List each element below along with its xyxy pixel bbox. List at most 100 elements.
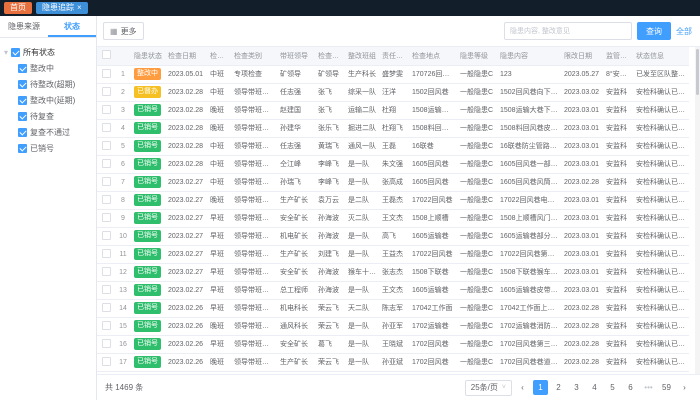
row-checkbox[interactable] <box>102 105 111 114</box>
table-row[interactable]: 17已销号2023.02.26晚班领导带班入井检查生产矿长荣云飞是一队孙亚斌17… <box>97 353 689 371</box>
table-row[interactable]: 16已销号2023.02.26早班领导带班入井检查安全矿长葛飞是一队王晓斌170… <box>97 335 689 353</box>
tree-root-all-status[interactable]: ▾ 所有状态 <box>4 44 92 60</box>
table-row[interactable]: 13已销号2023.02.27早班领导带班入井检查总工程师孙海波是一队王文杰16… <box>97 281 689 299</box>
table-row[interactable]: 12已销号2023.02.27早班领导带班入井检查安全矿长孙海波猴车十三队张志杰… <box>97 263 689 281</box>
tree-item-review-failed[interactable]: 复查不通过 <box>4 124 92 140</box>
cell-date: 2023.02.27 <box>165 263 207 281</box>
table-row[interactable]: 1整改中2023.05.01中班专项检查矿领导矿领导生产科长盛梦雯170726回… <box>97 65 689 83</box>
row-checkbox[interactable] <box>102 303 111 312</box>
row-checkbox[interactable] <box>102 159 111 168</box>
checkbox[interactable] <box>18 144 27 153</box>
cell-info: 安检科确认已销号 <box>633 119 689 137</box>
cell-shift: 早班 <box>207 335 231 353</box>
tree-item-delayed[interactable]: 整改中(延期) <box>4 92 92 108</box>
row-index: 7 <box>115 173 131 191</box>
tree-root-label: 所有状态 <box>23 47 55 58</box>
tree-item-closed[interactable]: 已销号 <box>4 140 92 156</box>
row-checkbox[interactable] <box>102 267 111 276</box>
page-button-5[interactable]: 5 <box>605 380 620 395</box>
table-row[interactable]: 9已销号2023.02.27早班领导带班入井检查安全矿长孙海波灭二队王文杰150… <box>97 209 689 227</box>
cell-info: 安检科确认已销号 <box>633 281 689 299</box>
vertical-scrollbar[interactable] <box>695 47 700 374</box>
table-row[interactable]: 6已销号2023.02.28中班领导带班入井检查仝江峰李峰飞是一队朱文强1605… <box>97 155 689 173</box>
status-badge: 已销号 <box>134 266 161 278</box>
sidebar-tabs: 隐患来源 状态 <box>0 16 96 38</box>
page-button-2[interactable]: 2 <box>551 380 566 395</box>
search-input[interactable] <box>504 22 632 40</box>
cell-info: 安检科确认已销号 <box>633 299 689 317</box>
table-row[interactable]: 10已销号2023.02.27早班领导带班入井检查机电矿长孙海波是一队高飞160… <box>97 227 689 245</box>
cell-team: 是一队 <box>345 155 379 173</box>
row-index: 14 <box>115 299 131 317</box>
checkbox[interactable] <box>18 80 27 89</box>
row-checkbox[interactable] <box>102 285 111 294</box>
row-checkbox[interactable] <box>102 123 111 132</box>
select-all-checkbox[interactable] <box>102 50 111 59</box>
row-checkbox[interactable] <box>102 87 111 96</box>
cell-level: 一般隐患C <box>457 65 497 83</box>
pager: 25条/页 ˅ ‹ 1 2 3 4 5 6 ••• 59 › <box>465 380 692 396</box>
cell-responsible: 杜翔飞 <box>379 119 409 137</box>
tab-status[interactable]: 状态 <box>48 16 96 37</box>
table-row[interactable]: 5已销号2023.02.28中班领导带班入井检查任志强黄瑞飞通风一队王磊16联巷… <box>97 137 689 155</box>
cell-dept: 安监科 <box>603 263 633 281</box>
all-link[interactable]: 全部 <box>676 26 692 37</box>
cell-team: 掘进二队 <box>345 119 379 137</box>
cell-category: 领导带班入井检查 <box>231 299 277 317</box>
tree-item-pending-review[interactable]: 待复查 <box>4 108 92 124</box>
prev-page-button[interactable]: ‹ <box>515 380 530 395</box>
row-checkbox[interactable] <box>102 141 111 150</box>
tab-home[interactable]: 首页 <box>4 2 32 14</box>
page-button-1[interactable]: 1 <box>533 380 548 395</box>
tree-item-overdue[interactable]: 待整改(超期) <box>4 76 92 92</box>
row-checkbox[interactable] <box>102 357 111 366</box>
cell-inspector: 张飞 <box>315 101 345 119</box>
page-button-3[interactable]: 3 <box>569 380 584 395</box>
all-status-checkbox[interactable] <box>11 48 20 57</box>
sidebar: 隐患来源 状态 ▾ 所有状态 整改中 待整改(超期) <box>0 16 97 400</box>
row-checkbox[interactable] <box>102 249 111 258</box>
cell-shift: 中班 <box>207 173 231 191</box>
caret-down-icon[interactable]: ▾ <box>4 48 8 57</box>
row-checkbox[interactable] <box>102 231 111 240</box>
cell-leader: 孙建华 <box>277 119 315 137</box>
table-row[interactable]: 4已销号2023.02.28晚班领导带班入井检查孙建华张乐飞掘进二队杜翔飞150… <box>97 119 689 137</box>
checkbox[interactable] <box>18 128 27 137</box>
page-button-last[interactable]: 59 <box>659 380 674 395</box>
checkbox[interactable] <box>18 112 27 121</box>
tab-hidden-danger-tracking[interactable]: 隐患追踪 × <box>36 2 88 14</box>
row-index: 1 <box>115 65 131 83</box>
table-row[interactable]: 3已销号2023.02.28晚班领导带班入井检查赵建国张飞运输二队杜翔1508运… <box>97 101 689 119</box>
page-button-6[interactable]: 6 <box>623 380 638 395</box>
cell-responsible: 孙亚军 <box>379 317 409 335</box>
row-index: 16 <box>115 335 131 353</box>
close-icon[interactable]: × <box>77 4 82 12</box>
page-size-select[interactable]: 25条/页 ˅ <box>465 380 512 396</box>
checkbox[interactable] <box>18 64 27 73</box>
table-row[interactable]: 15已销号2023.02.26晚班领导带班入井检查通风科长荣云飞是一队孙亚军17… <box>97 317 689 335</box>
tree-item-rectifying[interactable]: 整改中 <box>4 60 92 76</box>
cell-content: 1605回风巷风筒接口漏风,末端距迎头超过规定 <box>497 173 561 191</box>
cell-leader: 仝江峰 <box>277 155 315 173</box>
cell-content: 1502回风巷向下顺槽锚网防护不到位,加强顶板支护管理 <box>497 83 561 101</box>
table-row[interactable]: 2已督办2023.02.28中班领导带班入井检查任志强张飞综采一队汪洋1502回… <box>97 83 689 101</box>
more-button[interactable]: ▦ 更多 <box>103 22 144 40</box>
row-checkbox[interactable] <box>102 321 111 330</box>
column-header: 检查类别 <box>231 47 277 65</box>
toolbar-right: 查询 全部 <box>504 22 692 40</box>
table-row[interactable]: 11已销号2023.02.27早班领导带班入井检查生产矿长刘建飞是一队王益杰17… <box>97 245 689 263</box>
table-row[interactable]: 8已销号2023.02.27晚班领导带班入井检查生产矿长袁万云是二队王磊杰170… <box>97 191 689 209</box>
checkbox[interactable] <box>18 96 27 105</box>
row-checkbox[interactable] <box>102 177 111 186</box>
row-checkbox[interactable] <box>102 339 111 348</box>
table-row[interactable]: 14已销号2023.02.26早班领导带班入井检查机电科长荣云飞天二队陈志军17… <box>97 299 689 317</box>
row-checkbox[interactable] <box>102 69 111 78</box>
table-row[interactable]: 7已销号2023.02.27中班领导带班入井检查孙瑞飞李峰飞是一队张高成1605… <box>97 173 689 191</box>
row-checkbox[interactable] <box>102 213 111 222</box>
next-page-button[interactable]: › <box>677 380 692 395</box>
scrollbar-thumb[interactable] <box>696 49 699 95</box>
row-checkbox[interactable] <box>102 195 111 204</box>
page-button-4[interactable]: 4 <box>587 380 602 395</box>
tab-hidden-source[interactable]: 隐患来源 <box>0 16 48 37</box>
search-button[interactable]: 查询 <box>637 22 671 40</box>
